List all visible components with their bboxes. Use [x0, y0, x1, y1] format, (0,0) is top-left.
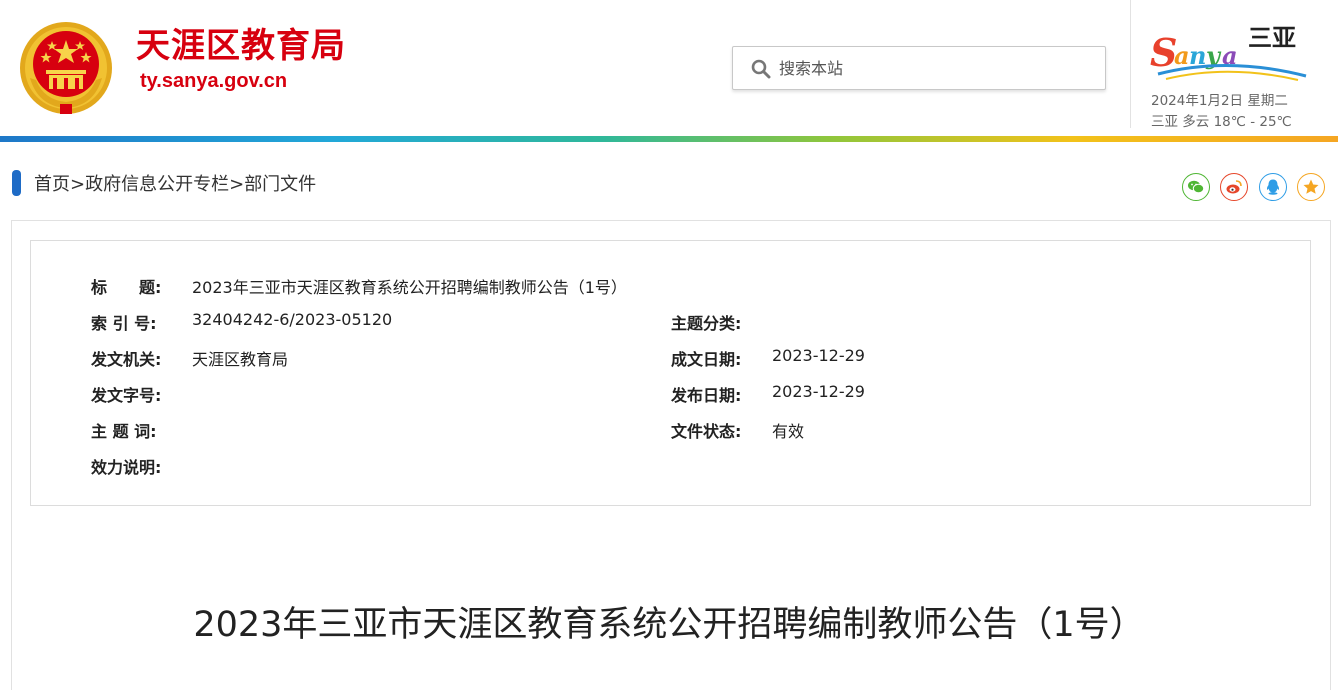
index-value: 32404242-6/2023-05120: [192, 310, 393, 329]
title-value: 2023年三亚市天涯区教育系统公开招聘编制教师公告（1号）: [192, 278, 627, 297]
category-label: 主题分类:: [671, 314, 742, 333]
issuer-value: 天涯区教育局: [192, 350, 289, 369]
breadcrumb-separator: >: [70, 174, 86, 195]
search-input[interactable]: [779, 47, 1099, 89]
breadcrumb-marker: [12, 170, 21, 196]
issuer-label: 发文机关:: [91, 350, 162, 369]
svg-text:三亚: 三亚: [1248, 23, 1296, 52]
publish-date-label: 发布日期:: [671, 386, 742, 405]
search-box[interactable]: [732, 46, 1106, 90]
written-date-label: 成文日期:: [671, 350, 742, 369]
wechat-icon: [1188, 180, 1205, 194]
weather-display: 三亚 多云 18℃ - 25℃: [1151, 114, 1292, 130]
date-display: 2024年1月2日 星期二: [1151, 93, 1288, 109]
status-label: 文件状态:: [671, 422, 742, 441]
status-value: 有效: [772, 422, 805, 441]
site-domain[interactable]: ty.sanya.gov.cn: [140, 70, 287, 93]
breadcrumb-current[interactable]: 部门文件: [244, 174, 316, 195]
search-icon[interactable]: [751, 59, 771, 79]
breadcrumb-home[interactable]: 首页: [34, 174, 70, 195]
qq-icon: [1266, 179, 1280, 195]
weibo-share[interactable]: [1220, 173, 1248, 201]
national-emblem-icon[interactable]: [16, 18, 116, 118]
index-label: 索 引 号:: [91, 314, 157, 333]
wechat-share[interactable]: [1182, 173, 1210, 201]
keywords-label: 主 题 词:: [91, 422, 157, 441]
document-number-label: 发文字号:: [91, 386, 162, 405]
svg-text:a: a: [1174, 41, 1190, 70]
sanya-city-logo[interactable]: S a n y a 三亚: [1148, 4, 1310, 84]
title-label: 标 题:: [91, 278, 162, 297]
breadcrumb-separator: >: [229, 174, 245, 195]
weibo-icon: [1226, 180, 1242, 194]
star-icon: [1303, 179, 1319, 194]
qq-share[interactable]: [1259, 173, 1287, 201]
favorite-button[interactable]: [1297, 173, 1325, 201]
site-header: 天涯区教育局 ty.sanya.gov.cn S a n y a 三亚 2024…: [0, 0, 1338, 138]
document-title: 2023年三亚市天涯区教育系统公开招聘编制教师公告（1号）: [193, 605, 1145, 645]
header-divider: [1130, 0, 1131, 128]
breadcrumb-section[interactable]: 政府信息公开专栏: [85, 174, 229, 195]
publish-date-value: 2023-12-29: [772, 382, 865, 401]
validity-label: 效力说明:: [91, 458, 162, 477]
site-title[interactable]: 天涯区教育局: [136, 18, 346, 67]
header-color-bar: [0, 136, 1338, 142]
written-date-value: 2023-12-29: [772, 346, 865, 365]
breadcrumb: 首页>政府信息公开专栏>部门文件: [34, 170, 316, 196]
